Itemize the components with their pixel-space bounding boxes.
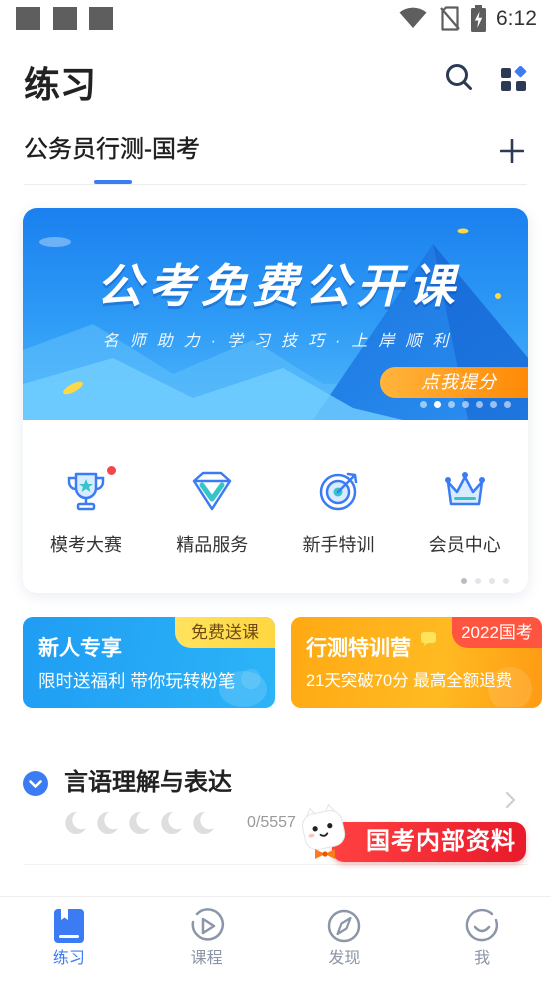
diamond-check-icon xyxy=(193,471,232,511)
quick-entry-label: 会员中心 xyxy=(428,535,501,555)
level-moon-icon xyxy=(156,809,184,837)
nav-label: 我 xyxy=(474,950,491,967)
floating-ad-text: 国考内部资料 xyxy=(366,828,516,855)
book-icon xyxy=(53,909,84,943)
no-sim-icon xyxy=(440,6,460,31)
nav-me[interactable]: 我 xyxy=(413,897,551,981)
promo-tag: 2022国考 xyxy=(452,617,542,648)
banner-pagination xyxy=(420,401,511,409)
quick-entry-label: 新手特训 xyxy=(302,535,375,555)
banner-page-dot xyxy=(504,401,511,408)
banner-page-dot xyxy=(434,401,441,408)
quick-entry-beginner-training[interactable]: 新手特训 xyxy=(276,468,402,568)
banner-page-dot xyxy=(462,401,469,408)
expand-toggle[interactable] xyxy=(23,771,48,796)
nav-courses[interactable]: 课程 xyxy=(138,897,276,981)
notification-badge xyxy=(107,466,116,475)
nav-label: 发现 xyxy=(328,950,361,967)
promo-subtitle: 限时送福利 带你玩转粉笔 xyxy=(38,671,236,691)
quick-entry-label: 精品服务 xyxy=(176,535,249,555)
level-moon-icon xyxy=(92,809,120,837)
quick-entries-pagination xyxy=(461,578,509,584)
battery-charging-icon xyxy=(471,5,486,32)
floating-ad[interactable]: 国考内部资料 xyxy=(296,804,528,866)
profile-smile-icon xyxy=(465,908,499,942)
banner-page-dot xyxy=(420,401,427,408)
wifi-icon xyxy=(399,7,427,29)
banner-page-dot xyxy=(490,401,497,408)
level-moon-icon xyxy=(124,809,152,837)
banner-subtitle: 名师助力·学习技巧·上岸顺利 xyxy=(102,333,460,350)
compass-icon xyxy=(328,909,361,943)
promo-banner[interactable]: 公考免费公开课 名师助力·学习技巧·上岸顺利 点我提分 xyxy=(23,208,528,420)
trophy-icon xyxy=(67,472,105,511)
bottom-nav: 练习 课程 发现 我 xyxy=(0,896,551,981)
promo-title: 行测特训营 xyxy=(306,637,411,660)
banner-page-dot xyxy=(448,401,455,408)
level-moon-icon xyxy=(188,809,216,837)
nav-discover[interactable]: 发现 xyxy=(276,897,414,981)
banner-page-dot xyxy=(476,401,483,408)
section-title[interactable]: 言语理解与表达 xyxy=(64,765,232,801)
plus-icon[interactable] xyxy=(500,139,524,163)
target-icon xyxy=(319,472,357,511)
level-moon-icon xyxy=(60,809,88,837)
subject-tab[interactable]: 公务员行测-国考 xyxy=(24,133,200,167)
header-divider xyxy=(24,184,527,185)
feature-card: 公考免费公开课 名师助力·学习技巧·上岸顺利 点我提分 模考大赛 精品服务 新手… xyxy=(23,208,528,593)
page-title: 练习 xyxy=(24,64,97,105)
promo-title: 新人专享 xyxy=(38,637,122,660)
quick-entry-label: 模考大赛 xyxy=(50,535,122,555)
quick-entry-member-center[interactable]: 会员中心 xyxy=(402,468,528,568)
level-indicator xyxy=(60,809,216,837)
quick-entries: 模考大赛 精品服务 新手特训 会员中心 xyxy=(23,466,528,568)
banner-title: 公考免费公开课 xyxy=(96,260,461,312)
nav-practice[interactable]: 练习 xyxy=(0,897,138,981)
promo-subtitle: 21天突破70分 最高全额退费 xyxy=(306,672,513,690)
crown-icon xyxy=(444,472,485,506)
status-time: 6:12 xyxy=(496,7,537,30)
quick-entries-page-dot xyxy=(503,578,509,584)
quick-entries-page-dot xyxy=(475,578,481,584)
notification-square-icon xyxy=(53,7,77,30)
progress-count: 0/5557 xyxy=(247,814,296,831)
nav-label: 课程 xyxy=(190,950,223,967)
promo-card-newcomer[interactable]: 新人专享 限时送福利 带你玩转粉笔 免费送课 xyxy=(23,617,275,708)
quick-entries-page-dot xyxy=(461,578,467,584)
apps-icon[interactable] xyxy=(501,66,527,92)
mascot-icon xyxy=(302,804,346,859)
promo-tag: 免费送课 xyxy=(175,617,275,648)
quick-entry-premium-service[interactable]: 精品服务 xyxy=(149,468,275,568)
notification-square-icon xyxy=(16,7,40,30)
promo-card-training-camp[interactable]: 行测特训营 21天突破70分 最高全额退费 2022国考 xyxy=(291,617,542,708)
quick-entry-mock-exam[interactable]: 模考大赛 xyxy=(23,466,149,568)
notification-square-icon xyxy=(89,7,113,30)
play-circle-icon xyxy=(191,908,224,941)
nav-label: 练习 xyxy=(52,950,85,967)
chat-bubble-icon xyxy=(421,632,436,646)
banner-cta-button[interactable]: 点我提分 xyxy=(380,367,528,398)
chevron-down-icon xyxy=(29,780,42,788)
search-icon[interactable] xyxy=(445,63,473,91)
quick-entries-page-dot xyxy=(489,578,495,584)
status-bar: 6:12 xyxy=(0,0,551,40)
